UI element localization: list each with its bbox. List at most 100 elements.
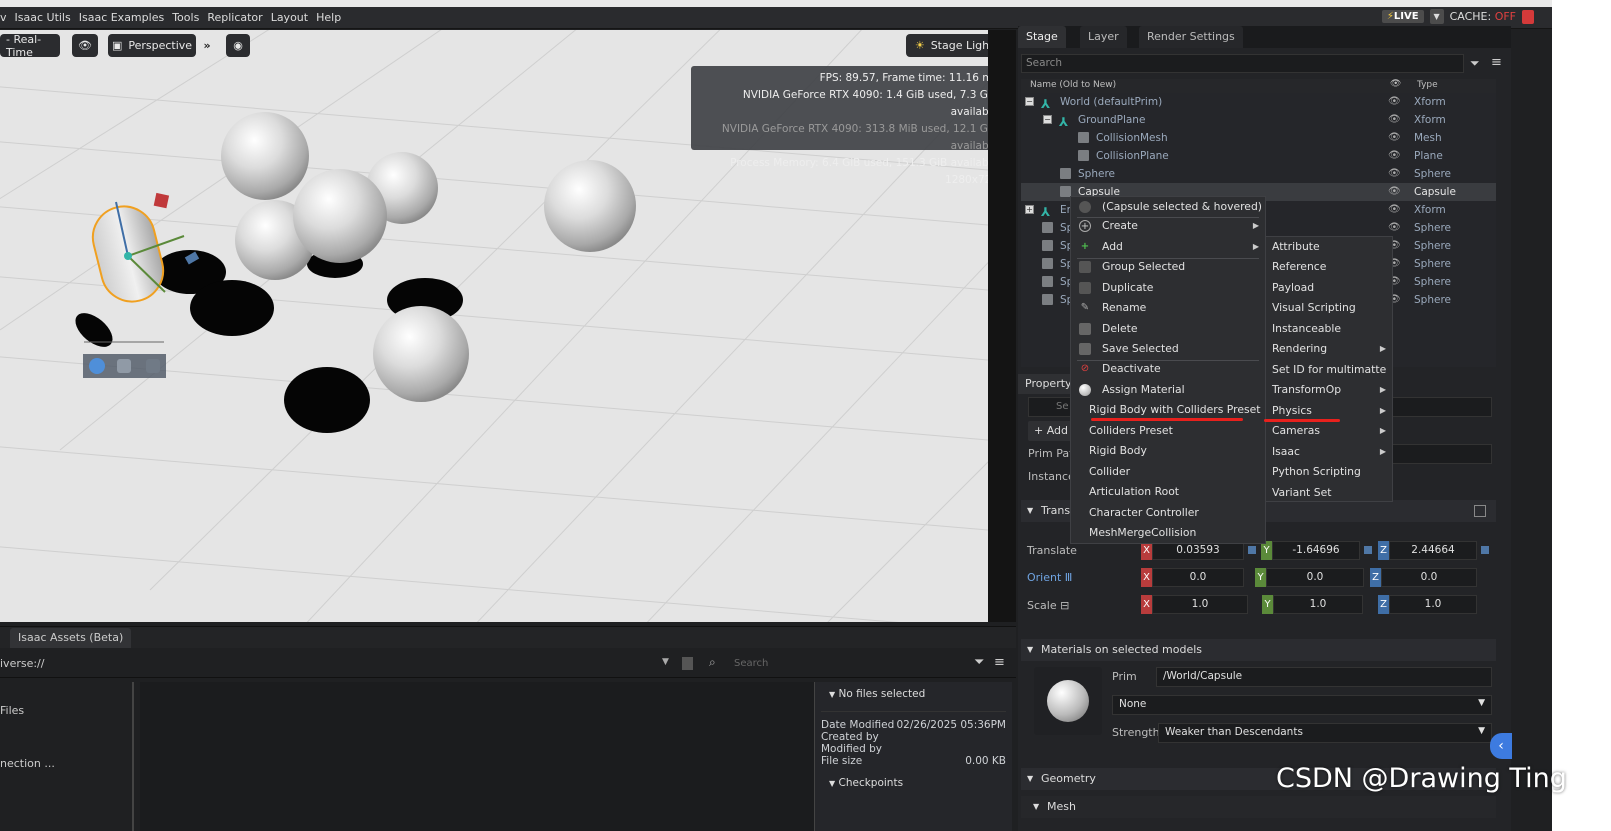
- submenu-item-reference[interactable]: Reference: [1266, 257, 1392, 277]
- keyframe-icon[interactable]: [1364, 546, 1372, 554]
- translate-z-field[interactable]: 2.44664: [1389, 541, 1477, 560]
- content-search-input[interactable]: Search: [734, 658, 768, 669]
- submenu-item-instanceable[interactable]: Instanceable: [1266, 319, 1392, 339]
- path-field[interactable]: iverse://: [0, 657, 44, 670]
- tab-stage[interactable]: Stage: [1018, 26, 1066, 48]
- link-icon[interactable]: ⊟: [1060, 599, 1069, 612]
- submenu-item-transformop[interactable]: TransformOp ▶: [1266, 380, 1392, 400]
- trash-icon[interactable]: [1522, 9, 1534, 24]
- menu-item-add[interactable]: + Add ▶: [1071, 237, 1265, 257]
- eye-icon[interactable]: 👁: [1388, 93, 1401, 111]
- realtime-mode-button[interactable]: - Real-Time: [0, 33, 60, 59]
- orient-mode-icon[interactable]: Ⅲ: [1065, 571, 1073, 584]
- menu-icon[interactable]: ≡: [1491, 55, 1502, 70]
- translate-y-field[interactable]: -1.64696: [1272, 541, 1360, 560]
- submenu-item-attribute[interactable]: Attribute: [1266, 237, 1392, 257]
- menu-icon[interactable]: ≡: [994, 655, 1005, 670]
- strength-select[interactable]: Weaker than Descendants ▼: [1158, 723, 1492, 743]
- scale-x-field[interactable]: 1.0: [1152, 595, 1248, 614]
- scale-z-field[interactable]: 1.0: [1389, 595, 1477, 614]
- column-type[interactable]: Type: [1417, 80, 1438, 90]
- stage-row-collisionplane[interactable]: CollisionPlane 👁 Plane: [1021, 147, 1496, 165]
- submenu-item-cameras[interactable]: Cameras ▶: [1266, 421, 1392, 441]
- broadcast-icon[interactable]: ◉: [226, 34, 250, 57]
- menu-item-deactivate[interactable]: ⊘ Deactivate: [1071, 359, 1265, 379]
- menu-item-group-selected[interactable]: Group Selected: [1071, 257, 1265, 277]
- scale-y-field[interactable]: 1.0: [1273, 595, 1363, 614]
- camera-button[interactable]: ▣ Perspective: [108, 34, 196, 57]
- stage-search-input[interactable]: Search: [1021, 54, 1464, 73]
- eye-icon[interactable]: 👁: [1388, 201, 1401, 219]
- stage-row-world[interactable]: − ⅄ World (defaultPrim) 👁 Xform: [1021, 93, 1496, 111]
- gizmo-toolbar[interactable]: [83, 341, 166, 378]
- filter-icon[interactable]: ⏷: [974, 655, 984, 670]
- checkpoints-header[interactable]: ▼ Checkpoints: [821, 777, 1006, 790]
- stage-row-sphere[interactable]: Sphere 👁 Sphere: [1021, 165, 1496, 183]
- menu-item-articulation-root[interactable]: Articulation Root: [1071, 482, 1265, 502]
- add-button[interactable]: + Add: [1028, 421, 1072, 441]
- menu-item-mesh-merge-collision[interactable]: MeshMergeCollision: [1071, 523, 1265, 543]
- orient-label[interactable]: Orient Ⅲ: [1027, 571, 1072, 584]
- menu-item-isaac-utils[interactable]: Isaac Utils: [11, 11, 75, 24]
- eye-icon[interactable]: 👁: [72, 34, 98, 57]
- spheres[interactable]: [221, 112, 636, 402]
- submenu-item-physics[interactable]: Physics ▶: [1266, 401, 1392, 421]
- collapse-icon[interactable]: ▼: [829, 690, 835, 699]
- live-button[interactable]: ⚡LIVE: [1381, 10, 1424, 23]
- column-name[interactable]: Name (Old to New): [1030, 80, 1116, 90]
- submenu-item-isaac[interactable]: Isaac ▶: [1266, 442, 1392, 462]
- viewport-splitter[interactable]: [988, 30, 1016, 622]
- stage-row-groundplane[interactable]: − ⅄ GroundPlane 👁 Xform: [1021, 111, 1496, 129]
- menu-item-duplicate[interactable]: Duplicate: [1071, 278, 1265, 298]
- menu-item-rigid-body[interactable]: Rigid Body: [1071, 441, 1265, 461]
- collapse-icon[interactable]: −: [1043, 115, 1052, 124]
- orient-x-field[interactable]: 0.0: [1152, 568, 1244, 587]
- eye-icon[interactable]: 👁: [1388, 183, 1401, 201]
- submenu-item-variant-set[interactable]: Variant Set: [1266, 483, 1392, 503]
- tree-item-files[interactable]: Files: [0, 704, 24, 717]
- menu-item-rename[interactable]: ✎ Rename: [1071, 298, 1265, 318]
- eye-icon[interactable]: 👁: [1388, 219, 1401, 237]
- keyframe-icon[interactable]: [1481, 546, 1489, 554]
- menu-item-delete[interactable]: Delete: [1071, 319, 1265, 339]
- submenu-item-payload[interactable]: Payload: [1266, 278, 1392, 298]
- bookmark-icon[interactable]: [682, 657, 693, 670]
- submenu-item-visual-scripting[interactable]: Visual Scripting: [1266, 298, 1392, 318]
- collapse-icon[interactable]: −: [1025, 97, 1034, 106]
- menu-item-assign-material[interactable]: Assign Material: [1071, 380, 1265, 400]
- eye-icon[interactable]: 👁: [1388, 147, 1401, 165]
- content-file-list[interactable]: [140, 682, 814, 831]
- orient-y-field[interactable]: 0.0: [1266, 568, 1364, 587]
- materials-section-header[interactable]: ▼ Materials on selected models: [1021, 639, 1496, 661]
- menu-item-isaac-examples[interactable]: Isaac Examples: [75, 11, 168, 24]
- material-select[interactable]: None ▼: [1112, 695, 1492, 715]
- orient-z-field[interactable]: 0.0: [1381, 568, 1477, 587]
- keyframe-icon[interactable]: [1248, 546, 1256, 554]
- menu-item-save-selected[interactable]: Save Selected: [1071, 339, 1265, 359]
- menu-item-window[interactable]: v: [0, 11, 11, 24]
- eye-icon[interactable]: 👁: [1388, 165, 1401, 183]
- transform-options-icon[interactable]: [1474, 505, 1486, 517]
- menu-item-colliders-preset[interactable]: Colliders Preset: [1071, 421, 1265, 441]
- chevron-left-icon[interactable]: ‹: [1490, 733, 1512, 759]
- tab-isaac-assets[interactable]: Isaac Assets (Beta): [10, 628, 132, 648]
- menu-item-layout[interactable]: Layout: [267, 11, 312, 24]
- prim-value-field[interactable]: /World/Capsule: [1156, 667, 1492, 687]
- stage-lights-button[interactable]: ☀ Stage Lights: [906, 34, 988, 57]
- chevron-right-icon[interactable]: »: [200, 34, 214, 57]
- menu-item-help[interactable]: Help: [312, 11, 345, 24]
- stage-row-collisionmesh[interactable]: CollisionMesh 👁 Mesh: [1021, 129, 1496, 147]
- path-dropdown-icon[interactable]: ▼: [662, 657, 669, 667]
- menu-item-rigid-body-colliders-preset[interactable]: Rigid Body with Colliders Preset: [1071, 400, 1265, 420]
- tab-layer[interactable]: Layer: [1080, 26, 1127, 48]
- tree-item-connection[interactable]: nection ...: [0, 757, 55, 770]
- menu-item-tools[interactable]: Tools: [168, 11, 203, 24]
- menu-item-create[interactable]: + Create ▶: [1071, 216, 1265, 236]
- eye-icon[interactable]: 👁: [1390, 79, 1401, 89]
- filter-icon[interactable]: ⏷: [1470, 56, 1480, 71]
- submenu-item-python-scripting[interactable]: Python Scripting: [1266, 462, 1392, 482]
- live-dropdown-icon[interactable]: ▼: [1429, 9, 1444, 24]
- eye-icon[interactable]: 👁: [1388, 111, 1401, 129]
- submenu-item-rendering[interactable]: Rendering ▶: [1266, 339, 1392, 359]
- menu-item-character-controller[interactable]: Character Controller: [1071, 503, 1265, 523]
